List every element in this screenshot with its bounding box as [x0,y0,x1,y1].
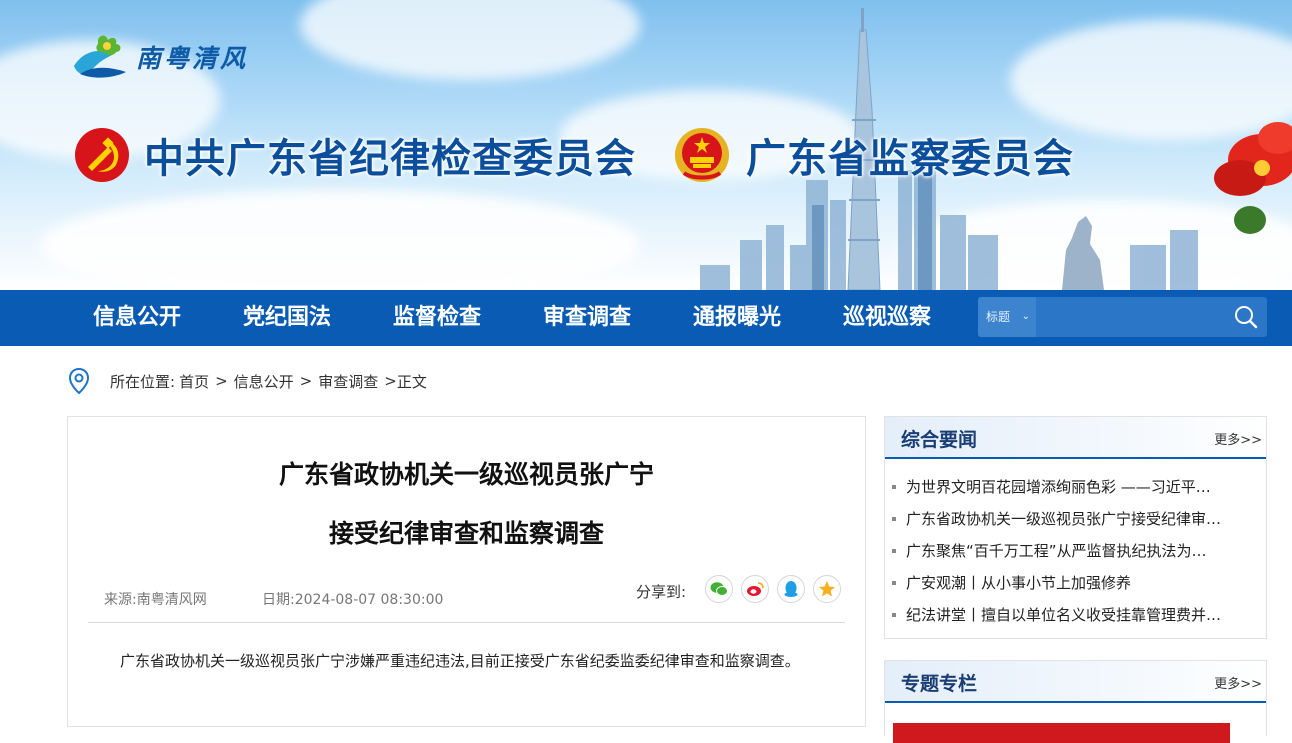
breadcrumb-label: 所在位置: [110,372,176,391]
breadcrumb-separator: > [384,372,397,390]
nav-item-info-disclosure[interactable]: 信息公开 [93,290,181,346]
breadcrumb-separator: > [299,372,313,390]
share-wechat-button[interactable] [705,575,733,603]
share-qq-button[interactable] [777,575,805,603]
weibo-icon [747,582,764,596]
qzone-icon [819,581,835,597]
header-banner: 南粤清风 中共广东省纪律检查委员会 广东省监察委员会 [0,0,1292,290]
article-body: 广东省政协机关一级巡视员张广宁涉嫌严重违纪违法,目前正接受广东省纪委监委纪律审查… [120,652,800,670]
qq-icon [784,581,798,597]
news-more-link[interactable]: 更多>> [1214,429,1262,448]
article-source: 来源:南粤清风网 [104,592,207,608]
logo-icon [74,35,126,78]
nav-item-supervision[interactable]: 监督检查 [393,290,481,346]
chevron-down-icon: ⌄ [1021,311,1030,322]
breadcrumb-link-investigation[interactable]: 审查调查 [318,371,378,392]
article-title-line-2: 接受纪律审查和监察调查 [328,519,604,548]
org-title-discipline-commission: 中共广东省纪律检查委员会 [144,136,636,182]
breadcrumb-link-info[interactable]: 信息公开 [234,371,294,392]
article-divider [88,622,845,623]
news-panel: 综合要闻 更多>> 为世界文明百花园增添绚丽色彩 ——习近平… 广东省政协机关一… [884,416,1267,639]
share-weibo-button[interactable] [741,575,769,603]
nav-item-exposure[interactable]: 通报曝光 [693,290,781,346]
news-list-item[interactable]: 广安观潮丨从小事小节上加强修养 [885,567,1245,599]
search-input[interactable] [1037,297,1227,337]
breadcrumb-current: 正文 [396,372,427,391]
news-list-item[interactable]: 广东聚焦“百千万工程”从严监督执纪执法为… [885,535,1245,567]
news-list-item[interactable]: 为世界文明百花园增添绚丽色彩 ——习近平… [885,471,1245,503]
organization-titles: 中共广东省纪律检查委员会 广东省监察委员会 [74,122,1074,188]
news-list: 为世界文明百花园增添绚丽色彩 ——习近平… 广东省政协机关一级巡视员张广宁接受纪… [885,471,1266,631]
article-date: 日期:2024-08-07 08:30:00 [262,592,444,608]
breadcrumb-link-home[interactable]: 首页 [179,371,209,392]
breadcrumb-separator: > [215,372,228,390]
nav-item-investigation[interactable]: 审查调查 [543,290,631,346]
special-topics-header: 专题专栏 更多>> [885,661,1266,703]
special-topics-more-link[interactable]: 更多>> [1214,673,1262,692]
search-icon[interactable] [1233,304,1259,330]
breadcrumb: 所在位置: 首页 > 信息公开 > 审查调查 > 正文 [68,366,427,396]
logo-text: 南粤清风 [136,44,249,73]
location-pin-icon [68,367,90,395]
article-title-line-1: 广东省政协机关一级巡视员张广宁 [278,460,654,489]
news-list-item[interactable]: 纪法讲堂丨擅自以单位名义收受挂靠管理费并… [885,599,1245,631]
special-topics-title: 专题专栏 [901,673,978,695]
share-qzone-button[interactable] [813,575,841,603]
news-panel-title: 综合要闻 [901,429,978,451]
special-topics-panel: 专题专栏 更多>> [884,660,1267,743]
search-box: 标题 ⌄ [978,297,1267,337]
party-emblem-icon [75,128,129,182]
org-title-supervisory-commission: 广东省监察委员会 [746,136,1074,182]
share-label: 分享到: [636,583,687,601]
special-topic-banner[interactable] [893,723,1230,743]
news-panel-header: 综合要闻 更多>> [885,417,1266,459]
site-logo[interactable]: 南粤清风 [70,30,280,84]
wechat-icon [710,582,728,596]
nav-item-inspection[interactable]: 巡视巡察 [843,290,931,346]
search-field-select[interactable]: 标题 ⌄ [978,297,1036,337]
news-list-item[interactable]: 广东省政协机关一级巡视员张广宁接受纪律审… [885,503,1245,535]
nav-item-party-law[interactable]: 党纪国法 [243,290,331,346]
search-field-select-value: 标题 [986,310,1011,324]
article-panel: 广东省政协机关一级巡视员张广宁 接受纪律审查和监察调查 来源:南粤清风网 日期:… [67,416,866,727]
national-emblem-icon [675,128,729,182]
